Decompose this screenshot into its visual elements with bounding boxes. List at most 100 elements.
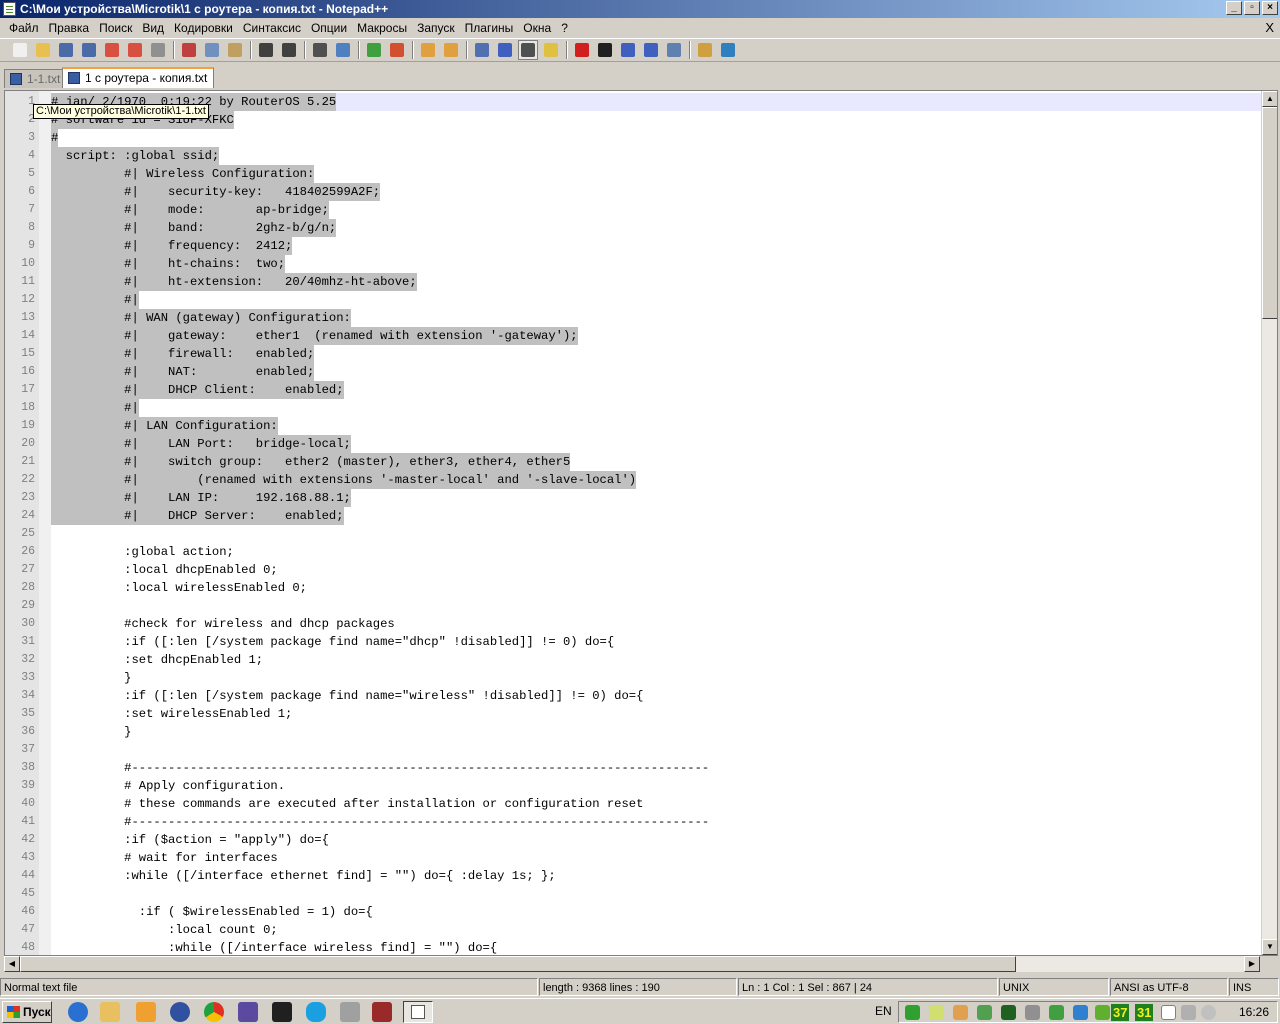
signal-strength-icon[interactable] (1181, 1005, 1196, 1020)
code-line[interactable]: 20 #| LAN Port: bridge-local; (21, 435, 1261, 453)
chrome-browser-icon[interactable] (204, 1002, 224, 1022)
tray-notes-icon[interactable] (929, 1005, 944, 1020)
text-editor[interactable]: 1 # jan/ 2/1970 0:19:22 by RouterOS 5.25 2… (4, 90, 1278, 956)
find-button[interactable] (310, 40, 330, 60)
taskbar-notepad-plus-plus[interactable] (403, 1001, 433, 1023)
tray-update-icon[interactable] (1095, 1005, 1110, 1020)
scroll-down-arrow-icon[interactable]: ▼ (1262, 939, 1277, 955)
tray-device-icon[interactable] (1025, 1005, 1040, 1020)
code-line[interactable]: 22 #| (renamed with extensions '-master-… (21, 471, 1261, 489)
start-button[interactable]: Пуск (2, 1001, 52, 1023)
menu-search[interactable]: Поиск (94, 18, 137, 38)
user-lang-button[interactable] (541, 40, 561, 60)
code-line[interactable]: 14 #| gateway: ether1 (renamed with exte… (21, 327, 1261, 345)
flag-icon[interactable] (1161, 1005, 1176, 1020)
vertical-scroll-thumb[interactable] (1262, 107, 1277, 319)
skype-icon[interactable] (306, 1002, 326, 1022)
menu-encoding[interactable]: Кодировки (169, 18, 238, 38)
command-prompt-icon[interactable] (272, 1002, 292, 1022)
code-line[interactable]: 44 :while ([/interface ethernet find] = … (21, 867, 1261, 885)
code-line[interactable]: 25 (21, 525, 1261, 543)
explorer-folder-icon[interactable] (100, 1002, 120, 1022)
code-line[interactable]: 3 # (28, 129, 1261, 147)
menu-macro[interactable]: Макросы (352, 18, 412, 38)
scroll-up-arrow-icon[interactable]: ▲ (1262, 91, 1277, 107)
tab-1-1-txt[interactable]: 1-1.txt (4, 69, 68, 88)
sync-horizontal-button[interactable] (441, 40, 461, 60)
show-all-chars-button[interactable] (495, 40, 515, 60)
sync-vertical-button[interactable] (418, 40, 438, 60)
menu-run[interactable]: Запуск (412, 18, 460, 38)
tray-r-icon[interactable] (1001, 1005, 1016, 1020)
code-line[interactable]: 7 #| mode: ap-bridge; (28, 201, 1261, 219)
code-line[interactable]: 38 #------------------------------------… (21, 759, 1261, 777)
copy-button[interactable] (202, 40, 222, 60)
code-line[interactable]: 8 #| band: 2ghz-b/g/n; (28, 219, 1261, 237)
visual-studio-icon[interactable] (238, 1002, 258, 1022)
code-line[interactable]: 33 } (21, 669, 1261, 687)
language-indicator[interactable]: EN (875, 999, 892, 1024)
code-line[interactable]: 16 #| NAT: enabled; (21, 363, 1261, 381)
code-line[interactable]: 2 # software id = S1UF-XFKC (28, 111, 1261, 129)
code-line[interactable]: 5 #| Wireless Configuration: (28, 165, 1261, 183)
code-line[interactable]: 46 :if ( $wirelessEnabled = 1) do={ (21, 903, 1261, 921)
vertical-scrollbar[interactable]: ▲ ▼ (1261, 91, 1277, 955)
stop-macro-button[interactable] (595, 40, 615, 60)
clock[interactable]: 16:26 (1239, 1002, 1269, 1022)
code-line[interactable]: 24 #| DHCP Server: enabled; (21, 507, 1261, 525)
menu-edit[interactable]: Правка (44, 18, 95, 38)
tray-nvidia-icon[interactable] (1049, 1005, 1064, 1020)
code-line[interactable]: 47 :local count 0; (21, 921, 1261, 939)
code-line[interactable]: 35 :set wirelessEnabled 1; (21, 705, 1261, 723)
code-line[interactable]: 23 #| LAN IP: 192.168.88.1; (21, 489, 1261, 507)
ie-browser-icon[interactable] (68, 1002, 88, 1022)
opera-browser-icon[interactable] (170, 1002, 190, 1022)
tray-gpu-temp[interactable]: 31 (1135, 1004, 1154, 1021)
code-line[interactable]: 30 #check for wireless and dhcp packages (21, 615, 1261, 633)
title-bar[interactable]: C:\Мои устройства\Microtik\1 с роутера -… (0, 0, 1280, 18)
code-line[interactable]: 21 #| switch group: ether2 (master), eth… (21, 453, 1261, 471)
code-line[interactable]: 12 #| (21, 291, 1261, 309)
menu-plugins[interactable]: Плагины (460, 18, 519, 38)
close-window-button[interactable]: × (1262, 1, 1278, 15)
plugin-explorer-button[interactable] (695, 40, 715, 60)
menu-settings[interactable]: Опции (306, 18, 352, 38)
code-line[interactable]: 19 #| LAN Configuration: (21, 417, 1261, 435)
code-line[interactable]: 27 :local dhcpEnabled 0; (21, 561, 1261, 579)
code-line[interactable]: 17 #| DHCP Client: enabled; (21, 381, 1261, 399)
tray-sync-icon[interactable] (1073, 1005, 1088, 1020)
code-line[interactable]: 6 #| security-key: 418402599A2F; (28, 183, 1261, 201)
menu-help[interactable]: ? (556, 18, 573, 38)
undo-button[interactable] (256, 40, 276, 60)
menu-file[interactable]: Файл (4, 18, 44, 38)
tray-cpu-temp[interactable]: 37 (1111, 1004, 1130, 1021)
paste-button[interactable] (225, 40, 245, 60)
code-line[interactable]: 42 :if ($action = "apply") do={ (21, 831, 1261, 849)
network-tool-icon[interactable] (340, 1002, 360, 1022)
code-line[interactable]: 39 # Apply configuration. (21, 777, 1261, 795)
menu-view[interactable]: Вид (137, 18, 169, 38)
code-line[interactable]: 18 #| (21, 399, 1261, 417)
menu-window[interactable]: Окна (518, 18, 556, 38)
code-line[interactable]: 45 (21, 885, 1261, 903)
code-line[interactable]: 43 # wait for interfaces (21, 849, 1261, 867)
close-all-button[interactable] (125, 40, 145, 60)
code-line[interactable]: 9 #| frequency: 2412; (28, 237, 1261, 255)
tray-network-agent-icon[interactable] (905, 1005, 920, 1020)
code-line[interactable]: 48 :while ([/interface wireless find] = … (21, 939, 1261, 955)
new-file-button[interactable] (10, 40, 30, 60)
replace-button[interactable] (333, 40, 353, 60)
scroll-left-arrow-icon[interactable]: ◀ (4, 956, 20, 972)
spellcheck-button[interactable] (718, 40, 738, 60)
code-line[interactable]: 13 #| WAN (gateway) Configuration: (21, 309, 1261, 327)
play-macro-button[interactable] (618, 40, 638, 60)
tray-shield-icon[interactable] (977, 1005, 992, 1020)
run-macro-multiple-button[interactable] (641, 40, 661, 60)
code-line[interactable]: 41 #------------------------------------… (21, 813, 1261, 831)
code-line[interactable]: 40 # these commands are executed after i… (21, 795, 1261, 813)
tab-router-copy-txt[interactable]: 1 с роутера - копия.txt (62, 67, 215, 88)
code-line[interactable]: 32 :set dhcpEnabled 1; (21, 651, 1261, 669)
word-wrap-button[interactable] (472, 40, 492, 60)
menu-language[interactable]: Синтаксис (238, 18, 306, 38)
code-line[interactable]: 37 (21, 741, 1261, 759)
